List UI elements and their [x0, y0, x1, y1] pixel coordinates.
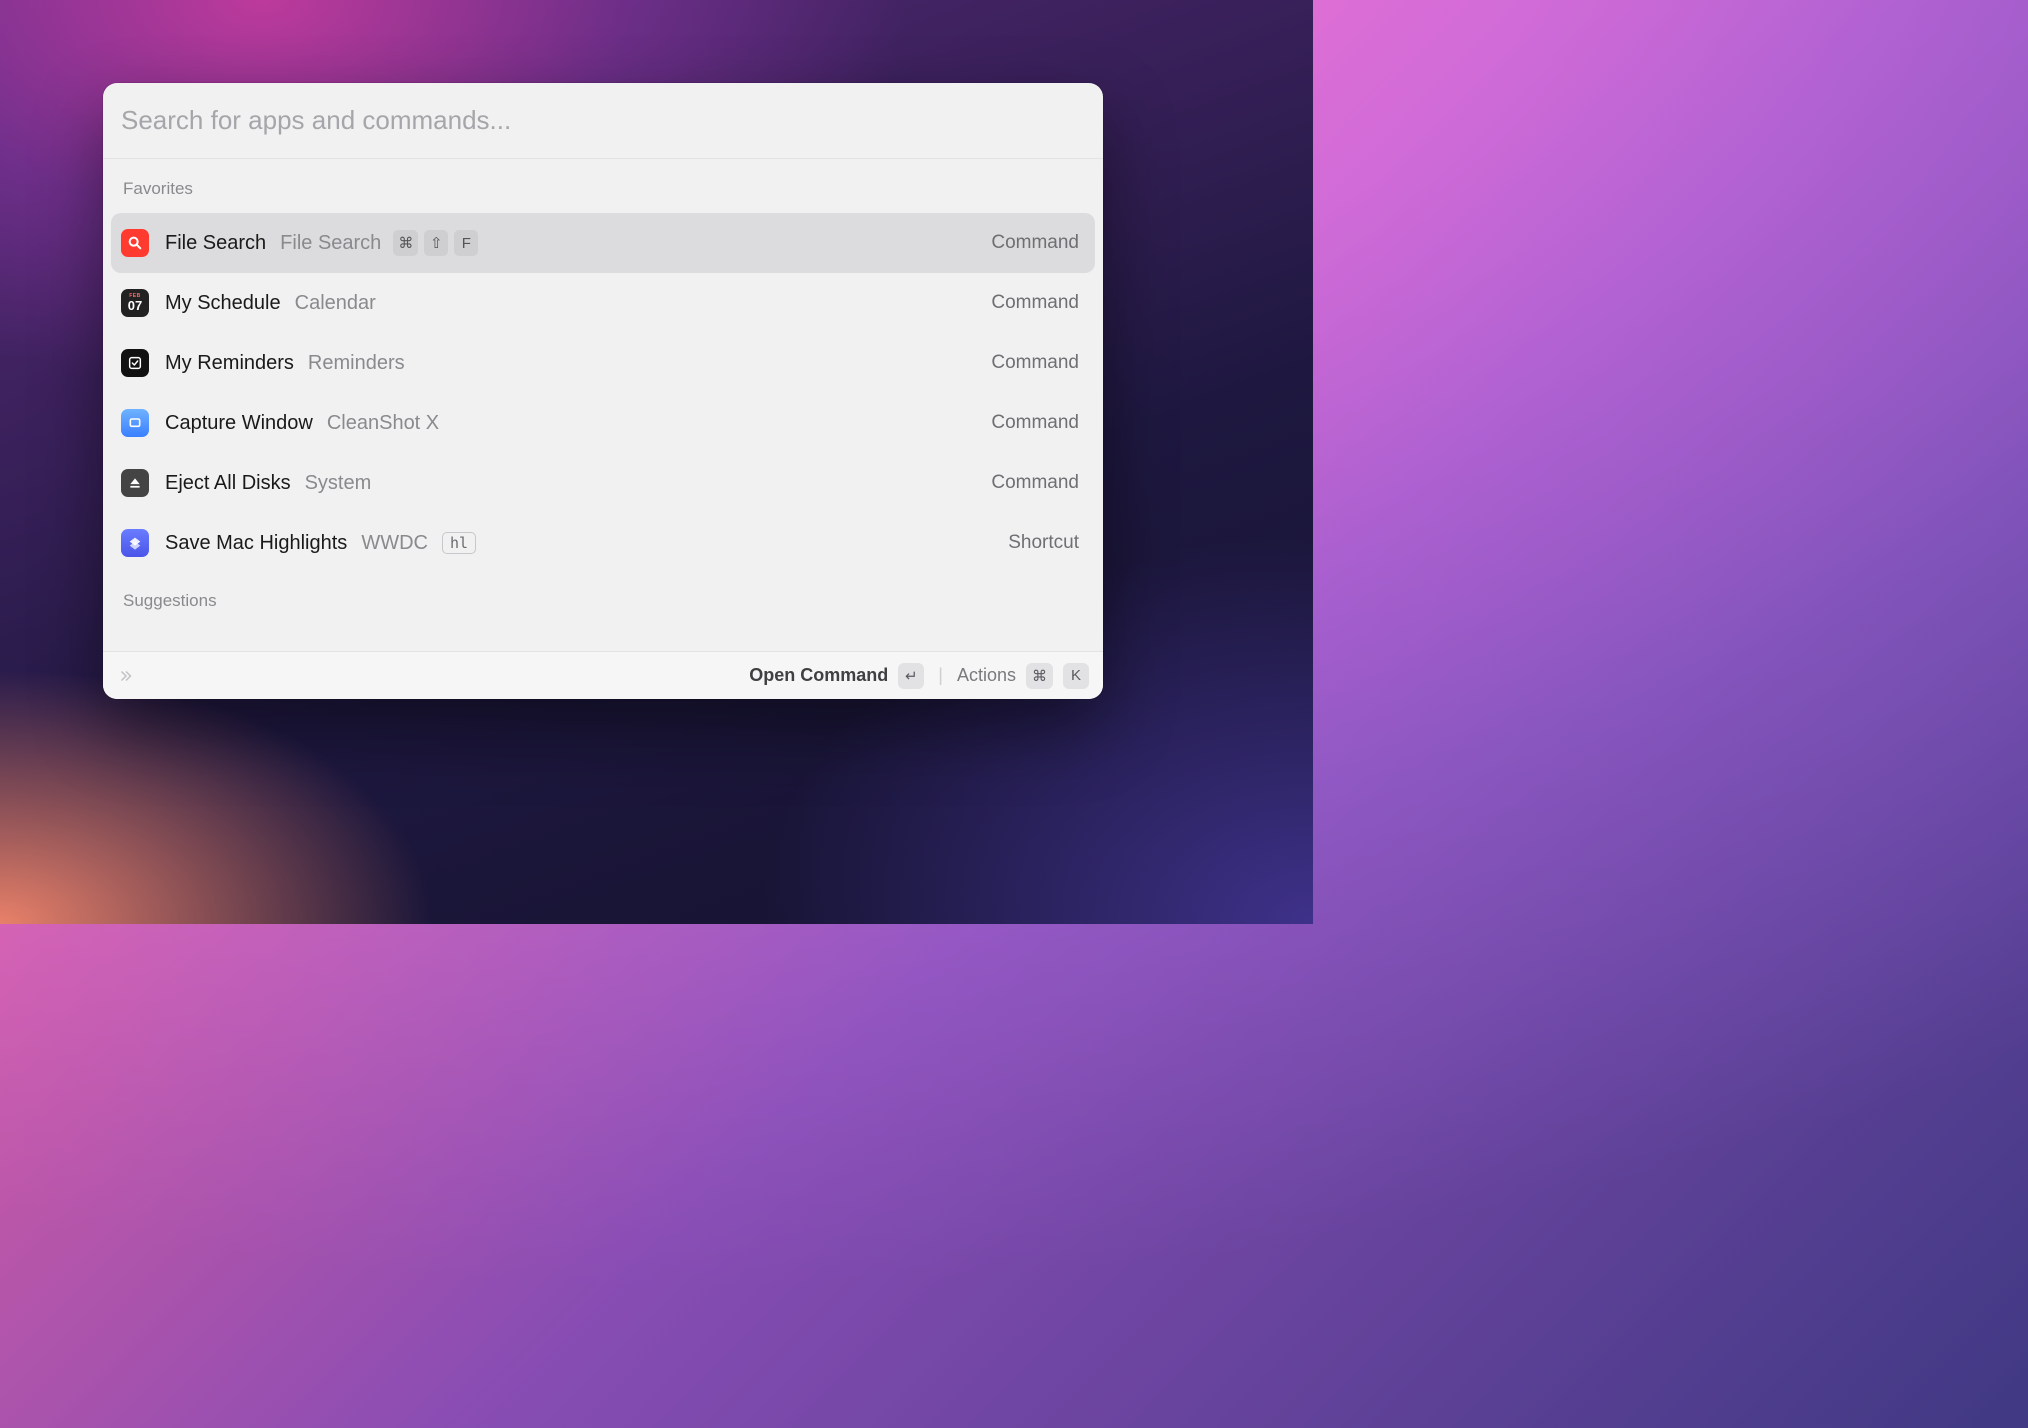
footer-actions-label: Actions — [957, 665, 1016, 686]
item-subtitle: Calendar — [295, 292, 376, 315]
kbd-shift: ⇧ — [424, 230, 448, 256]
footer-open-label: Open Command — [749, 665, 888, 686]
item-type: Command — [991, 412, 1079, 434]
item-title: File Search — [165, 232, 266, 255]
footer-separator: | — [938, 665, 943, 686]
result-item-capture-window[interactable]: Capture Window CleanShot X Command — [111, 393, 1095, 453]
footer-actions[interactable]: Actions ⌘ K — [957, 663, 1089, 689]
section-header-favorites: Favorites — [111, 169, 1095, 213]
item-shortcut: ⌘ ⇧ F — [393, 230, 478, 256]
item-title: Eject All Disks — [165, 472, 291, 495]
reminders-icon — [121, 349, 149, 377]
item-badge: hl — [442, 532, 476, 554]
result-item-save-mac-highlights[interactable]: Save Mac Highlights WWDC hl Shortcut — [111, 513, 1095, 573]
item-labels: File Search File Search ⌘ ⇧ F — [165, 230, 975, 256]
item-title: My Reminders — [165, 352, 294, 375]
result-item-file-search[interactable]: File Search File Search ⌘ ⇧ F Command — [111, 213, 1095, 273]
item-type: Command — [991, 352, 1079, 374]
item-title: My Schedule — [165, 292, 281, 315]
footer-open-command[interactable]: Open Command ↵ — [749, 663, 924, 689]
item-type: Command — [991, 472, 1079, 494]
kbd-command: ⌘ — [1026, 663, 1053, 689]
item-type: Command — [991, 292, 1079, 314]
result-item-my-reminders[interactable]: My Reminders Reminders Command — [111, 333, 1095, 393]
eject-icon — [121, 469, 149, 497]
item-labels: My Schedule Calendar — [165, 292, 975, 315]
result-item-eject-all-disks[interactable]: Eject All Disks System Command — [111, 453, 1095, 513]
item-labels: My Reminders Reminders — [165, 352, 975, 375]
kbd-k: K — [1063, 663, 1089, 689]
search-icon — [121, 229, 149, 257]
item-title: Save Mac Highlights — [165, 532, 347, 555]
calendar-icon: FEB 07 — [121, 289, 149, 317]
footer-bar: Open Command ↵ | Actions ⌘ K — [103, 651, 1103, 699]
raycast-icon — [117, 667, 135, 685]
item-type: Shortcut — [1008, 532, 1079, 554]
item-subtitle: CleanShot X — [327, 412, 439, 435]
kbd-command: ⌘ — [393, 230, 418, 256]
shortcut-icon — [121, 529, 149, 557]
kbd-letter: F — [454, 230, 478, 256]
search-input[interactable] — [121, 105, 1085, 136]
item-title: Capture Window — [165, 412, 313, 435]
search-row — [103, 83, 1103, 159]
item-labels: Capture Window CleanShot X — [165, 412, 975, 435]
command-palette-window: Favorites File Search File Search ⌘ ⇧ F … — [103, 83, 1103, 699]
item-type: Command — [991, 232, 1079, 254]
result-item-my-schedule[interactable]: FEB 07 My Schedule Calendar Command — [111, 273, 1095, 333]
item-labels: Eject All Disks System — [165, 472, 975, 495]
kbd-return: ↵ — [898, 663, 924, 689]
capture-window-icon — [121, 409, 149, 437]
item-subtitle: WWDC — [361, 532, 428, 555]
item-subtitle: Reminders — [308, 352, 405, 375]
item-labels: Save Mac Highlights WWDC hl — [165, 532, 992, 555]
item-subtitle: File Search — [280, 232, 381, 255]
section-header-suggestions: Suggestions — [111, 573, 1095, 625]
results-list: Favorites File Search File Search ⌘ ⇧ F … — [103, 159, 1103, 651]
item-subtitle: System — [305, 472, 372, 495]
